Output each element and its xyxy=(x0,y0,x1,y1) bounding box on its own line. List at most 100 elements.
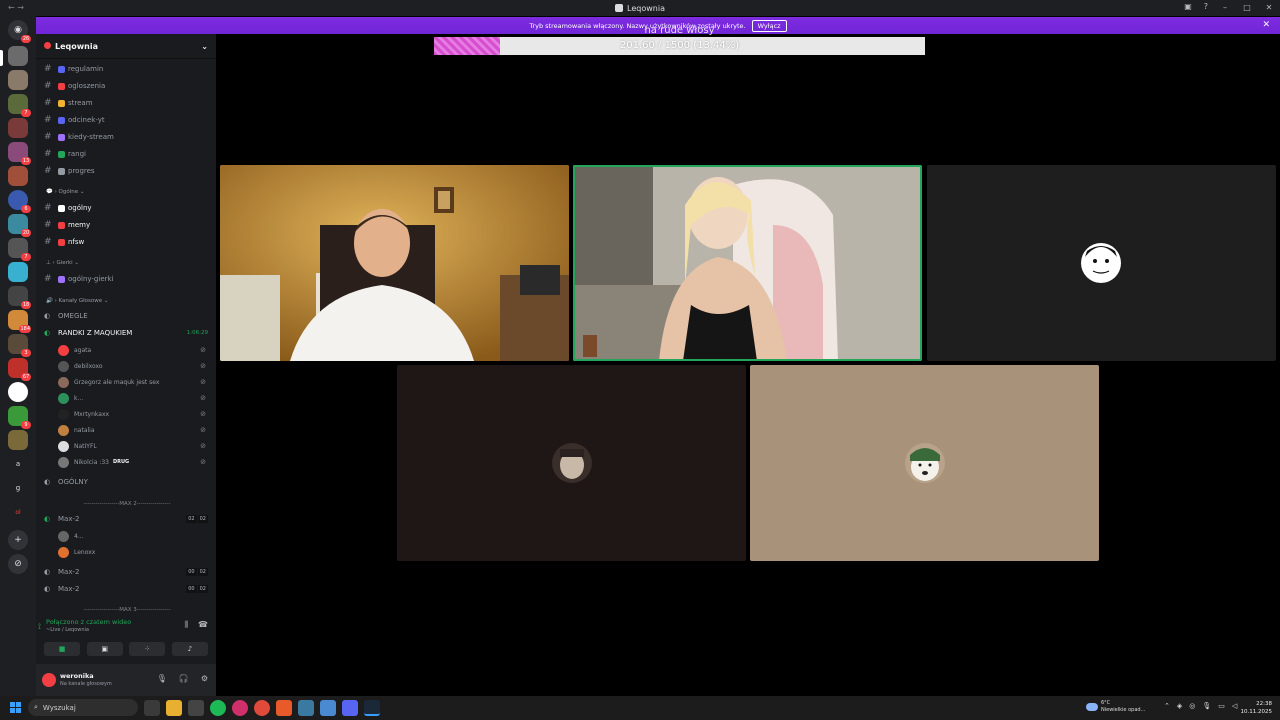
category-ogolne[interactable]: 💬 › Ogólne ⌄ xyxy=(46,189,85,195)
server-icon[interactable] xyxy=(8,262,28,282)
chevron-up-icon[interactable]: ⌃ xyxy=(1164,702,1170,710)
channel-ogólny[interactable]: # ogólny xyxy=(44,201,92,215)
server-icon[interactable]: a xyxy=(8,454,28,474)
voice-channel-max2[interactable]: ◐ Max-2 00 02 xyxy=(44,582,210,596)
brave-icon[interactable] xyxy=(276,700,292,716)
channel-ogloszenia[interactable]: # ogloszenia xyxy=(44,79,105,93)
server-icon[interactable] xyxy=(8,382,28,402)
video-tile-5[interactable] xyxy=(750,365,1099,561)
screenshare-button[interactable]: ▣ xyxy=(86,642,123,656)
banner-close-icon[interactable]: ✕ xyxy=(1262,20,1270,30)
chrome-icon[interactable] xyxy=(254,700,270,716)
voice-member[interactable]: 4... xyxy=(58,529,208,543)
voice-channel-max2[interactable]: ◐ Max-2 02 02 xyxy=(44,512,210,526)
channel-odcinek-yt[interactable]: # odcinek-yt xyxy=(44,113,105,127)
microphone-tray-icon[interactable]: 🎙 xyxy=(1202,702,1211,710)
gear-icon[interactable]: ⚙ xyxy=(201,674,208,683)
server-icon[interactable]: g xyxy=(8,478,28,498)
voice-member[interactable]: Nikolcia :33 DRUG ⊘ xyxy=(58,455,208,469)
category-gierki[interactable]: ⊥ › Gierki ⌄ xyxy=(46,260,79,266)
channel-kiedy-stream[interactable]: # kiedy-stream xyxy=(44,130,114,144)
voice-channel-ogolny[interactable]: ◐ OGÓLNY xyxy=(44,475,210,489)
channel-rangi[interactable]: # rangi xyxy=(44,147,86,161)
server-icon[interactable]: 3 xyxy=(8,334,31,357)
nav-arrows[interactable]: ← → xyxy=(8,3,24,12)
username[interactable]: weronika xyxy=(60,672,94,680)
video-tile-2[interactable] xyxy=(573,165,922,361)
server-icon[interactable]: 6 xyxy=(8,190,31,213)
server-icon[interactable] xyxy=(8,118,28,138)
voice-member[interactable]: NatIYFL ⊘ xyxy=(58,439,208,453)
soundboard-button[interactable]: ♪ xyxy=(171,642,208,656)
video-tile-3[interactable] xyxy=(927,165,1276,361)
file-explorer-icon[interactable] xyxy=(166,700,182,716)
camera-button[interactable]: ■ xyxy=(44,642,80,656)
discord-icon[interactable] xyxy=(342,700,358,716)
server-icon[interactable]: 13 xyxy=(8,142,31,165)
server-icon[interactable] xyxy=(8,70,28,90)
category-voice[interactable]: 🔊 › Kanały Głosowe ⌄ xyxy=(46,298,109,304)
app-icon[interactable] xyxy=(320,700,336,716)
start-button[interactable] xyxy=(10,702,21,713)
app-tray-icon[interactable]: ◈ xyxy=(1177,702,1182,710)
weather-widget[interactable]: 6°C Niewielkie opad... xyxy=(1086,700,1145,714)
server-leqownia[interactable] xyxy=(8,46,28,66)
server-icon[interactable]: 7 xyxy=(8,238,31,261)
server-icon[interactable]: 184 xyxy=(8,310,31,333)
voice-member[interactable]: natalia ⊘ xyxy=(58,423,208,437)
connection-location[interactable]: ~Live / Leqownia xyxy=(46,627,89,633)
server-icon[interactable]: 67 xyxy=(8,358,31,381)
headphones-icon[interactable]: 🎧 xyxy=(179,674,189,683)
voice-member[interactable]: Grzegorz ale maquk jest sex ⊘ xyxy=(58,375,208,389)
video-tile-4[interactable] xyxy=(397,365,746,561)
channel-ogolny-gierki[interactable]: # ogólny-gierki xyxy=(44,272,114,286)
voice-member[interactable]: Mxrtynkaxx ⊘ xyxy=(58,407,208,421)
channel-stream[interactable]: # stream xyxy=(44,96,93,110)
channel-nfsw[interactable]: # nfsw xyxy=(44,235,84,249)
app-icon[interactable] xyxy=(232,700,248,716)
steam-icon[interactable] xyxy=(364,700,380,716)
voice-channel-randki[interactable]: ◐ RANDKI Z MAQUKIEM 1:06:29 xyxy=(44,326,210,340)
server-icon[interactable] xyxy=(8,430,28,450)
channel-regulamin[interactable]: # regulamin xyxy=(44,62,103,76)
activities-button[interactable]: ⁘ xyxy=(129,642,166,656)
app-icon[interactable] xyxy=(188,700,204,716)
taskbar-search[interactable]: ⌕ Wyszukaj xyxy=(28,699,138,716)
task-view-icon[interactable] xyxy=(144,700,160,716)
channel-progres[interactable]: # progres xyxy=(44,164,95,178)
connection-status[interactable]: Połączono z czatem wideo xyxy=(46,618,131,626)
server-icon[interactable]: 7 xyxy=(8,94,31,117)
voice-member[interactable]: debilxoxo ⊘ xyxy=(58,359,208,373)
server-icon[interactable]: ol xyxy=(8,502,28,522)
voice-channel-max2[interactable]: ◐ Max-2 00 02 xyxy=(44,565,210,579)
server-icon[interactable]: 20 xyxy=(8,214,31,237)
server-icon[interactable] xyxy=(8,166,28,186)
guild-header[interactable]: Leqownia ⌄ xyxy=(36,34,216,59)
help-icon[interactable]: ? xyxy=(1204,2,1208,11)
discover-icon[interactable]: ⊘ xyxy=(8,554,28,574)
voice-member[interactable]: Lenoxx xyxy=(58,545,208,559)
voice-member[interactable]: k... ⊘ xyxy=(58,391,208,405)
home-icon[interactable]: ◉ 26 xyxy=(8,20,31,43)
voice-member[interactable]: agata ⊘ xyxy=(58,343,208,357)
app-icon[interactable] xyxy=(298,700,314,716)
video-tile-1[interactable] xyxy=(220,165,569,361)
close-window-button[interactable]: ✕ xyxy=(1258,0,1280,16)
disconnect-icon[interactable]: ☎ xyxy=(198,620,208,630)
server-icon[interactable]: 18 xyxy=(8,286,31,309)
channel-memy[interactable]: # memy xyxy=(44,218,90,232)
noise-suppression-icon[interactable]: ⫼ xyxy=(184,620,188,630)
voice-channel-omegle[interactable]: ◐ OMEGLE xyxy=(44,309,210,323)
microphone-icon[interactable]: 🎙 xyxy=(157,674,167,683)
system-clock[interactable]: 22:38 10.11.2025 xyxy=(1241,700,1273,716)
volume-icon[interactable]: ◁ xyxy=(1232,702,1237,710)
spotify-icon[interactable] xyxy=(210,700,226,716)
app-tray-icon[interactable]: ◎ xyxy=(1189,702,1195,710)
server-icon[interactable]: 9 xyxy=(8,406,31,429)
add-server-icon[interactable]: + xyxy=(8,530,28,550)
minimize-button[interactable]: – xyxy=(1214,0,1236,16)
network-icon[interactable]: ▭ xyxy=(1218,702,1225,710)
inbox-icon[interactable]: ▣ xyxy=(1184,2,1192,11)
maximize-button[interactable]: □ xyxy=(1236,0,1258,16)
avatar[interactable] xyxy=(42,673,56,687)
